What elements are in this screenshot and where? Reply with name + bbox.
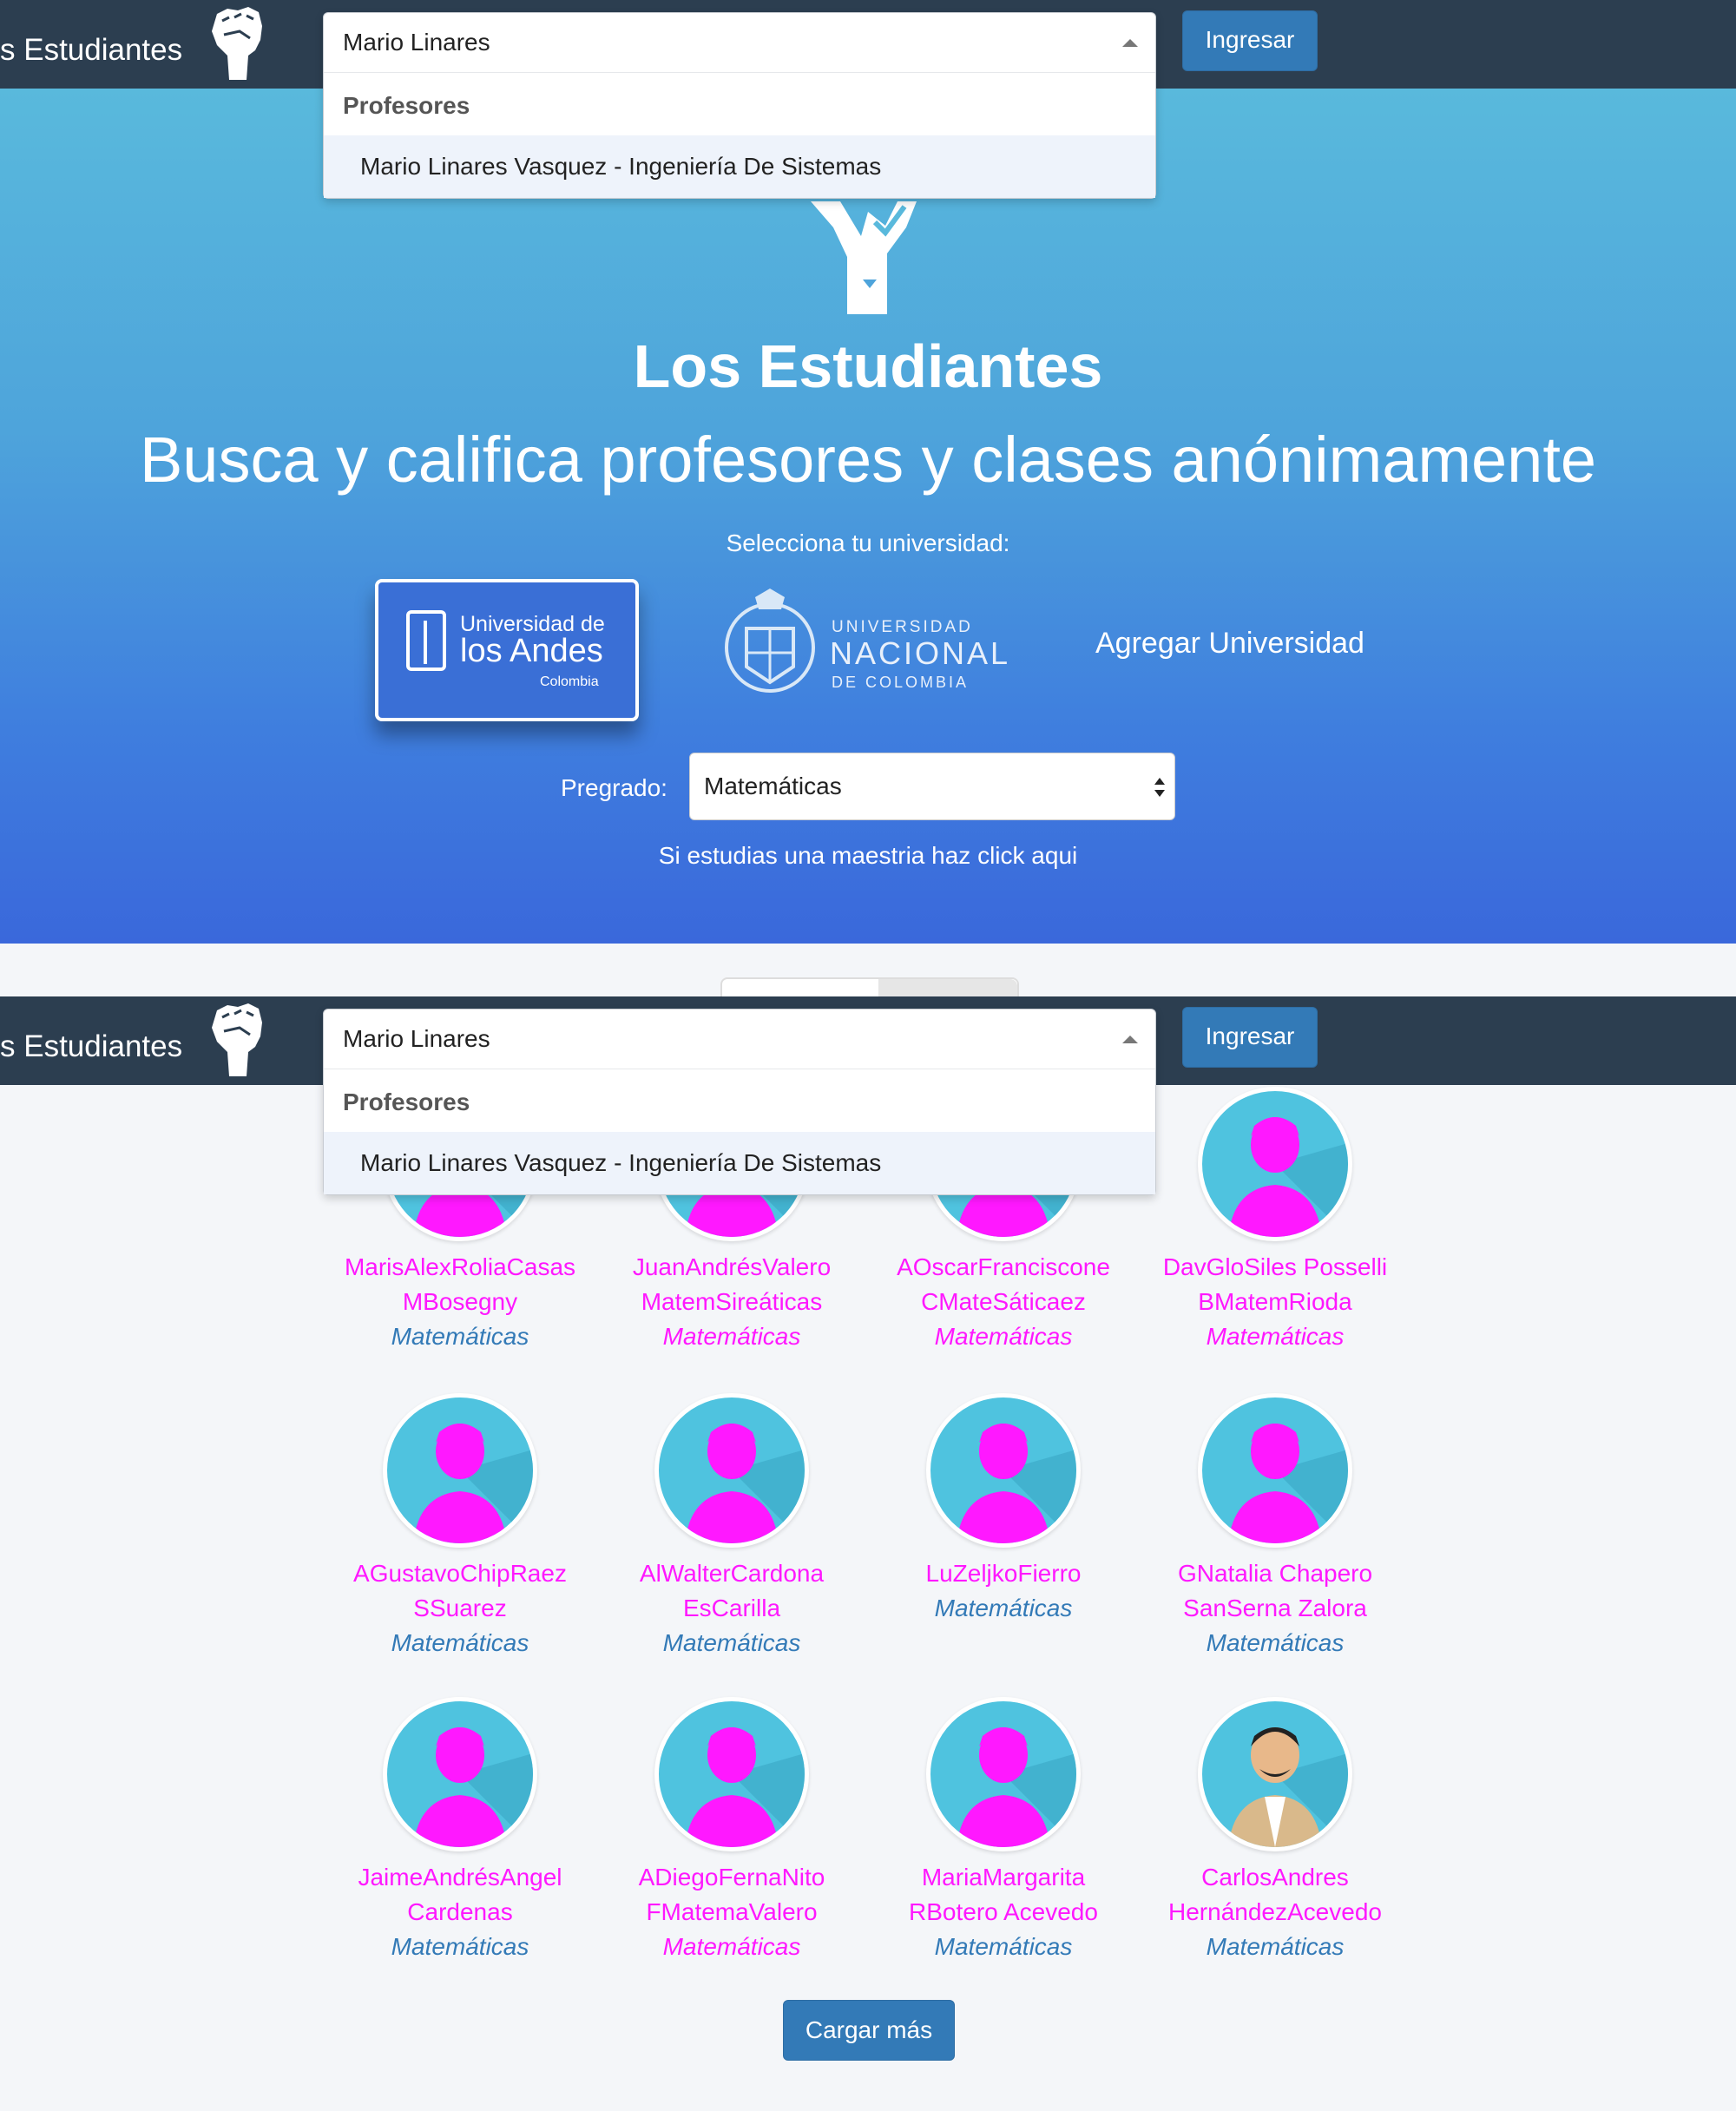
pregrado-select[interactable]: Matemáticas [689,753,1175,820]
professor-name[interactable]: CarlosAndres [1145,1860,1405,1895]
professor-name-2[interactable]: EsCarilla [602,1591,862,1626]
professor-name-2[interactable]: SSuarez [330,1591,590,1626]
load-more-button[interactable]: Cargar más [783,2000,955,2061]
professor-avatar[interactable] [654,1697,809,1851]
professor-department: Matemáticas [391,1323,529,1350]
add-university-link[interactable]: Agregar Universidad [1095,627,1364,661]
professor-avatar[interactable] [926,1393,1081,1548]
professor-name-2[interactable]: MBosegny [330,1285,590,1319]
search-value: Mario Linares [343,29,490,56]
caret-up-icon[interactable] [1122,1036,1138,1043]
professor-department: Matemáticas [391,1629,529,1656]
professor-department: Matemáticas [934,1933,1073,1960]
brand-name[interactable]: s Estudiantes [0,33,182,68]
professor-avatar[interactable] [1198,1697,1352,1851]
professor-name[interactable]: GNatalia Chapero [1145,1556,1405,1591]
professor-department: Matemáticas [662,1933,801,1960]
professor-name-2[interactable]: HernándezAcevedo [1145,1895,1405,1930]
brand-name-2[interactable]: s Estudiantes [0,1029,182,1064]
nacional-line2: NACIONAL [830,635,1011,671]
professor-department: Matemáticas [1206,1323,1345,1350]
nacional-line3: DE COLOMBIA [832,674,970,691]
professor-name-2[interactable]: SanSerna Zalora [1145,1591,1405,1626]
professor-name[interactable]: JuanAndrésValero [602,1250,862,1285]
fist-hero-icon [811,201,917,314]
professor-name[interactable]: LuZeljkoFierro [873,1556,1134,1591]
professor-name-2[interactable]: BMatemRioda [1145,1285,1405,1319]
professor-name[interactable]: MarisAlexRoliaCasas [330,1250,590,1285]
professor-department: Matemáticas [391,1933,529,1960]
login-button-2[interactable]: Ingresar [1182,1007,1318,1068]
nacional-seal-icon [725,589,815,693]
search-value-2: Mario Linares [343,1025,490,1052]
search-dropdown-bottom[interactable]: Mario Linares Profesores Mario Linares V… [323,1009,1156,1195]
professor-name[interactable]: ADiegoFernaNito [602,1860,862,1895]
search-option-2[interactable]: Mario Linares Vasquez - Ingeniería De Si… [324,1132,1155,1194]
hero-title: Los Estudiantes [633,332,1103,400]
search-group-header: Profesores [343,92,470,119]
professor-name-2[interactable]: MatemSireáticas [602,1285,862,1319]
professor-avatar[interactable] [654,1393,809,1548]
select-university-label: Selecciona tu universidad: [726,529,1010,556]
university-andes-card[interactable]: Universidad de los Andes Colombia [375,579,639,721]
university-nacional-card[interactable]: UNIVERSIDAD NACIONAL DE COLOMBIA [720,583,1016,714]
professor-avatar[interactable] [1198,1393,1352,1548]
maestria-link[interactable]: Si estudias una maestria haz click aqui [0,842,1736,870]
pregrado-value: Matemáticas [704,773,842,799]
professor-name-2[interactable]: FMatemaValero [602,1895,862,1930]
fist-logo-icon [212,1003,262,1076]
professor-avatar[interactable] [383,1697,537,1851]
professor-name[interactable]: AlWalterCardona [602,1556,862,1591]
professor-name-2[interactable]: Cardenas [330,1895,590,1930]
professor-name[interactable]: AOscarFranciscone [873,1250,1134,1285]
professor-name[interactable]: AGustavoChipRaez [330,1556,590,1591]
login-button[interactable]: Ingresar [1182,10,1318,71]
professor-avatar[interactable] [926,1697,1081,1851]
andes-line2: los Andes [460,633,603,669]
professor-avatar[interactable] [1198,1087,1352,1241]
caret-up-icon[interactable] [1122,39,1138,47]
professor-department: Matemáticas [662,1323,801,1350]
professor-department: Matemáticas [1206,1933,1345,1960]
fist-logo-icon [212,7,262,80]
professor-name-2[interactable]: RBotero Acevedo [873,1895,1134,1930]
professor-department: Matemáticas [934,1595,1073,1621]
search-input[interactable]: Mario Linares [324,13,1155,73]
professor-avatar[interactable] [383,1393,537,1548]
professor-name[interactable]: JaimeAndrésAngel [330,1860,590,1895]
hero-section: Los Estudiantes Busca y califica profeso… [0,89,1736,944]
select-arrows-icon [1154,778,1165,797]
professor-name[interactable]: DavGloSiles Posselli [1145,1250,1405,1285]
search-input-2[interactable]: Mario Linares [324,1009,1155,1069]
hero-subtitle: Busca y califica profesores y clases anó… [139,424,1597,496]
professor-name[interactable]: MariaMargarita [873,1860,1134,1895]
professor-department: Matemáticas [934,1323,1073,1350]
andes-line3: Colombia [540,674,599,689]
pregrado-label: Pregrado: [561,774,667,801]
professor-department: Matemáticas [662,1629,801,1656]
andes-logo-icon [406,610,446,671]
nacional-line1: UNIVERSIDAD [832,618,973,636]
search-option[interactable]: Mario Linares Vasquez - Ingeniería De Si… [324,135,1155,198]
professor-name-2[interactable]: CMateSáticaez [873,1285,1134,1319]
search-group-header-2: Profesores [343,1088,470,1115]
professor-department: Matemáticas [1206,1629,1345,1656]
search-dropdown-top[interactable]: Mario Linares Profesores Mario Linares V… [323,12,1156,199]
